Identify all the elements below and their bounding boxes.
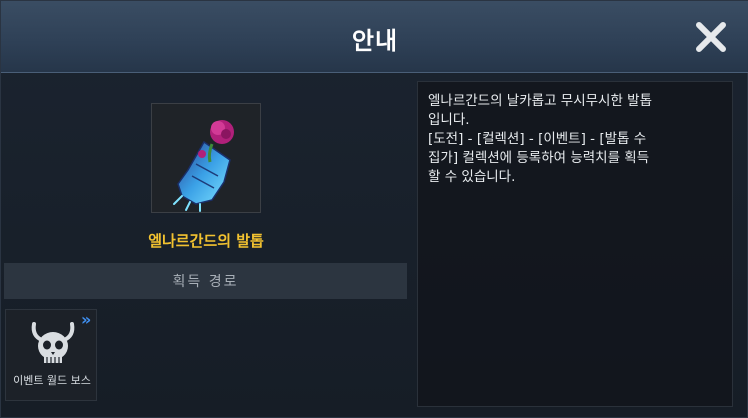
guide-dialog: 안내 엘나르간드의 발톱 획득 경로 » 이벤트 월드 보스 엘나르간드의 날카… — [0, 0, 748, 418]
close-icon — [696, 22, 726, 52]
source-event-world-boss[interactable]: » 이벤트 월드 보스 — [5, 309, 97, 401]
title-bar: 안내 — [1, 1, 748, 73]
item-description: 엘나르간드의 날카롭고 무시무시한 발톱 입니다. [도전] - [컬렉션] -… — [428, 93, 653, 185]
dialog-title: 안내 — [351, 27, 399, 55]
demon-skull-icon — [31, 322, 75, 363]
item-image-frame — [151, 103, 261, 213]
acquisition-route-header: 획득 경로 — [4, 263, 407, 299]
item-info-panel: 엘나르간드의 발톱 획득 경로 » 이벤트 월드 보스 — [1, 75, 411, 418]
source-label: 이벤트 월드 보스 — [13, 374, 91, 387]
item-name: 엘나르간드의 발톱 — [148, 232, 264, 250]
description-panel: 엘나르간드의 날카롭고 무시무시한 발톱 입니다. [도전] - [컬렉션] -… — [417, 81, 733, 407]
close-button[interactable] — [691, 17, 731, 57]
double-chevron-right-icon: » — [81, 310, 92, 329]
gauntlet-with-rose-icon — [173, 120, 234, 212]
